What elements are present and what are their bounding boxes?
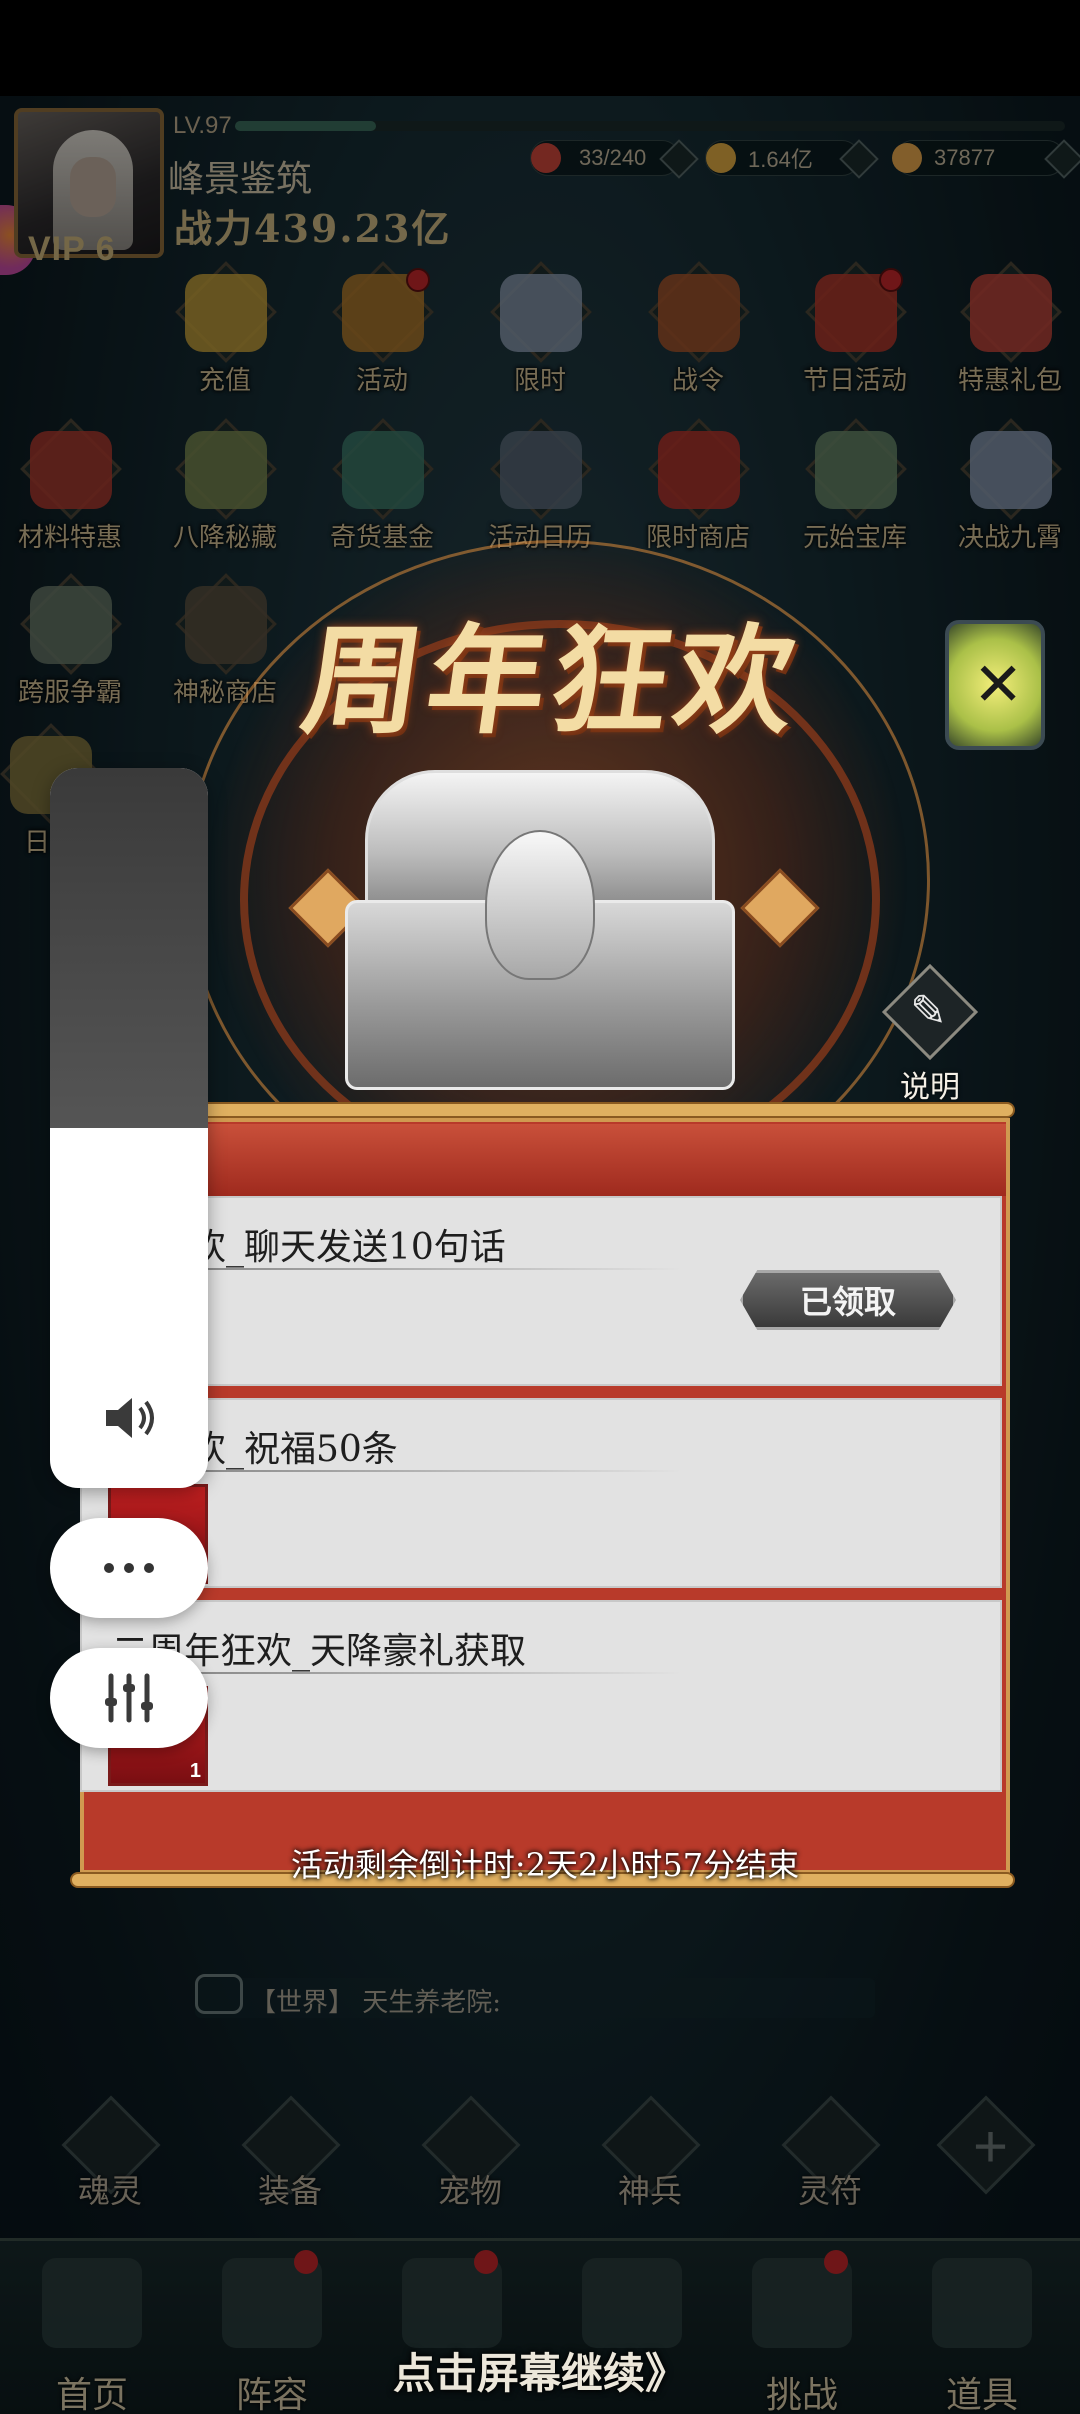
reward-count: 1: [189, 1760, 201, 1782]
dot: [104, 1563, 114, 1573]
more-options-button[interactable]: [50, 1518, 208, 1618]
chest-dragon-face: [485, 830, 595, 980]
close-lantern-icon[interactable]: ✕: [945, 620, 1045, 750]
panel-top-rail: [70, 1102, 1015, 1118]
speaker-icon: [106, 1398, 154, 1438]
modal-title: 周年狂欢: [294, 611, 810, 750]
dot: [144, 1563, 154, 1573]
volume-panel[interactable]: [50, 768, 208, 1488]
close-icon: ✕: [973, 650, 1024, 720]
dot: [124, 1563, 134, 1573]
equalizer-icon: [105, 1673, 153, 1723]
silver-chest-image: [345, 770, 735, 1100]
note-icon: ✎: [910, 986, 947, 1037]
event-countdown: 活动剩余倒计时:2天2小时57分结束: [290, 1846, 800, 1884]
help-label: 说明: [900, 1070, 960, 1105]
volume-track-empty: [50, 768, 208, 1128]
sound-settings-button[interactable]: [50, 1648, 208, 1748]
tap-to-continue[interactable]: 点击屏幕继续》: [0, 2340, 1080, 2401]
task-panel-header: [84, 1124, 1006, 1196]
claimed-button[interactable]: 已领取: [740, 1270, 956, 1330]
help-button[interactable]: ✎ 说明: [870, 963, 990, 1110]
status-bar: [0, 0, 1080, 96]
